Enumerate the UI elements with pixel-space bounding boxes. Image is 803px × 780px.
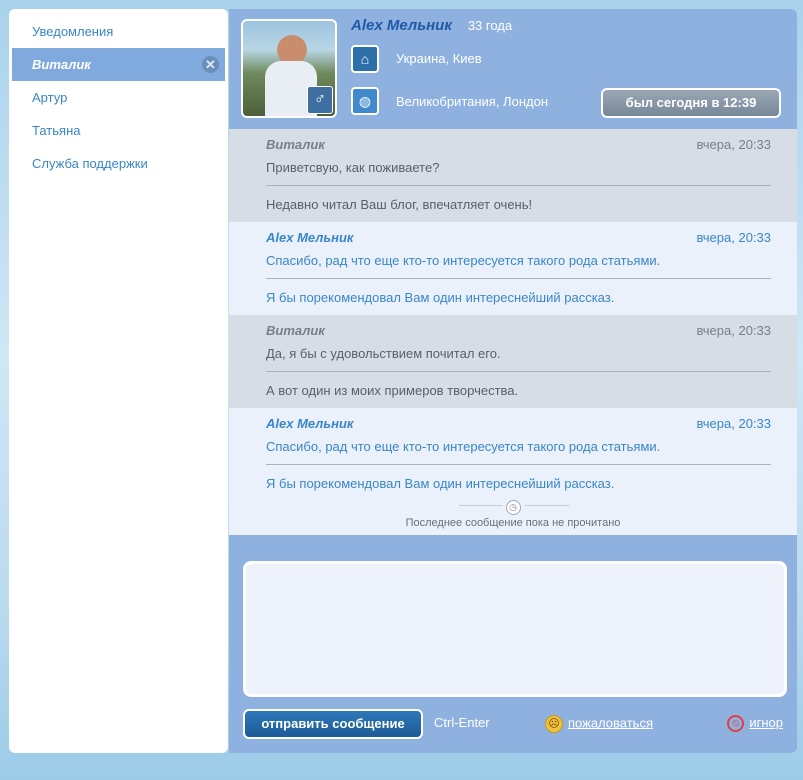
message-divider: [266, 464, 771, 465]
message-text: А вот один из моих примеров творчества.: [266, 383, 519, 398]
message-divider: [266, 371, 771, 372]
message-text: Да, я бы с удовольствием почитал его.: [266, 346, 501, 361]
sidebar-item-artur[interactable]: Артур: [9, 81, 228, 114]
profile-header: ♂ Alex Мельник 33 года ⌂ Украина, Киев ◍…: [229, 9, 797, 129]
home-icon: ⌂: [351, 45, 379, 73]
avatar[interactable]: ♂: [241, 19, 337, 118]
message-time: вчера, 20:33: [696, 230, 771, 245]
complain-link[interactable]: ☹ пожаловаться: [545, 715, 653, 733]
message-divider: [266, 278, 771, 279]
sidebar-item-label: Виталик: [32, 57, 91, 72]
sidebar-item-tatyana[interactable]: Татьяна: [9, 114, 228, 147]
sidebar-item-label: Артур: [32, 90, 68, 105]
message-composer: отправить сообщение Ctrl-Enter ☹ пожалова…: [229, 535, 797, 753]
conversation-panel: ♂ Alex Мельник 33 года ⌂ Украина, Киев ◍…: [229, 9, 797, 753]
message: Виталик вчера, 20:33 Приветсвую, как пож…: [229, 129, 797, 222]
complain-label: пожаловаться: [568, 715, 653, 731]
divider-line: [459, 505, 503, 506]
last-seen-badge: был сегодня в 12:39: [601, 88, 781, 118]
home-location: Украина, Киев: [396, 51, 482, 66]
message-divider: [266, 185, 771, 186]
sidebar-item-label: Служба поддержки: [32, 156, 148, 171]
message-text: Спасибо, рад что еще кто-то интересуется…: [266, 253, 661, 268]
message-text: Я бы порекомендовал Вам один интереснейш…: [266, 290, 615, 305]
ignore-label: игнор: [749, 715, 783, 730]
profile-name-line: Alex Мельник 33 года: [351, 17, 512, 34]
message-author: Alex Мельник: [266, 416, 354, 431]
message-input[interactable]: [243, 561, 787, 697]
contacts-sidebar: Уведомления Виталик ✕ Артур Татьяна Служ…: [9, 9, 228, 753]
ignore-link[interactable]: ⦸ игнор: [727, 715, 783, 733]
send-hotkey-hint: Ctrl-Enter: [434, 715, 490, 730]
current-location: Великобритания, Лондон: [396, 94, 548, 109]
unread-notice: ◷ Последнее сообщение пока не прочитано: [229, 495, 797, 531]
message-list: Виталик вчера, 20:33 Приветсвую, как пож…: [229, 129, 797, 534]
message-text: Спасибо, рад что еще кто-то интересуется…: [266, 439, 661, 454]
globe-icon: ◍: [351, 87, 379, 115]
message-text: Приветсвую, как поживаете?: [266, 160, 440, 175]
male-icon: ♂: [307, 86, 333, 114]
sidebar-item-notifications[interactable]: Уведомления: [9, 15, 228, 48]
angry-face-icon: ☹: [545, 715, 563, 733]
message-author: Виталик: [266, 323, 325, 338]
sidebar-item-label: Татьяна: [32, 123, 81, 138]
sidebar-item-label: Уведомления: [32, 24, 114, 39]
close-icon[interactable]: ✕: [202, 56, 219, 73]
sidebar-item-support[interactable]: Служба поддержки: [9, 147, 228, 180]
message: Виталик вчера, 20:33 Да, я бы с удовольс…: [229, 315, 797, 408]
message-time: вчера, 20:33: [696, 323, 771, 338]
message-text: Недавно читал Ваш блог, впечатляет очень…: [266, 197, 533, 212]
message-time: вчера, 20:33: [696, 416, 771, 431]
message: Alex Мельник вчера, 20:33 Спасибо, рад ч…: [229, 222, 797, 315]
user-age: 33 года: [467, 18, 513, 33]
clock-icon: ◷: [505, 500, 521, 515]
block-icon: ⦸: [727, 715, 745, 733]
sidebar-item-vitalik[interactable]: Виталик ✕: [12, 48, 225, 81]
divider-line: [525, 505, 569, 506]
message-time: вчера, 20:33: [696, 137, 771, 152]
unread-notice-text: Последнее сообщение пока не прочитано: [405, 517, 621, 529]
user-name[interactable]: Alex Мельник: [351, 17, 452, 34]
send-message-button[interactable]: отправить сообщение: [243, 709, 423, 739]
message-author: Alex Мельник: [266, 230, 354, 245]
message-author: Виталик: [266, 137, 325, 152]
